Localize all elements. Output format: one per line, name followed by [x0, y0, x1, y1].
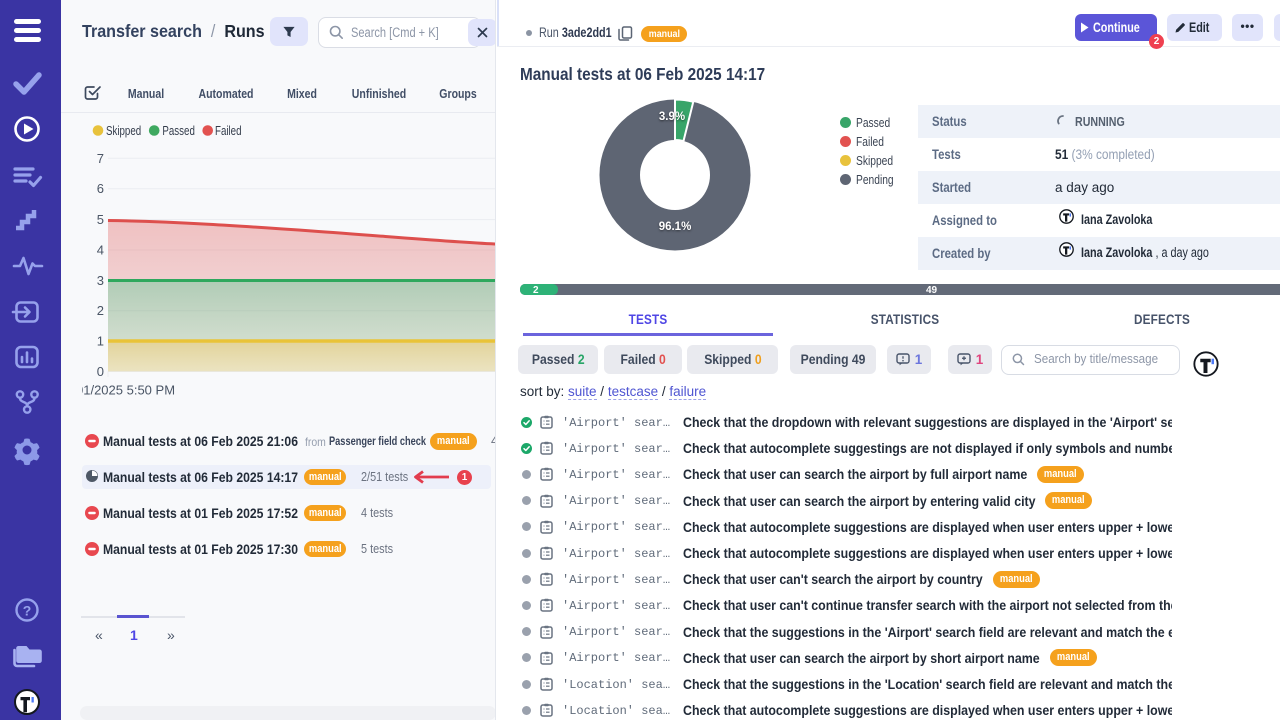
- svg-text:6: 6: [97, 181, 104, 196]
- svg-text:3.9%: 3.9%: [659, 111, 685, 123]
- svg-text:01/2025 5:50 PM: 01/2025 5:50 PM: [76, 383, 175, 398]
- svg-text:0: 0: [97, 364, 104, 379]
- svg-text:96.1%: 96.1%: [659, 221, 692, 233]
- svg-text:?: ?: [23, 603, 32, 619]
- svg-text:7: 7: [97, 151, 104, 166]
- svg-text:2: 2: [97, 303, 104, 318]
- svg-text:5: 5: [97, 212, 104, 227]
- svg-text:Passed: Passed: [162, 125, 194, 138]
- svg-text:Failed: Failed: [215, 125, 242, 138]
- svg-text:1: 1: [97, 334, 104, 349]
- svg-text:Skipped: Skipped: [106, 125, 141, 138]
- svg-text:4: 4: [97, 243, 104, 258]
- svg-text:3: 3: [97, 273, 104, 288]
